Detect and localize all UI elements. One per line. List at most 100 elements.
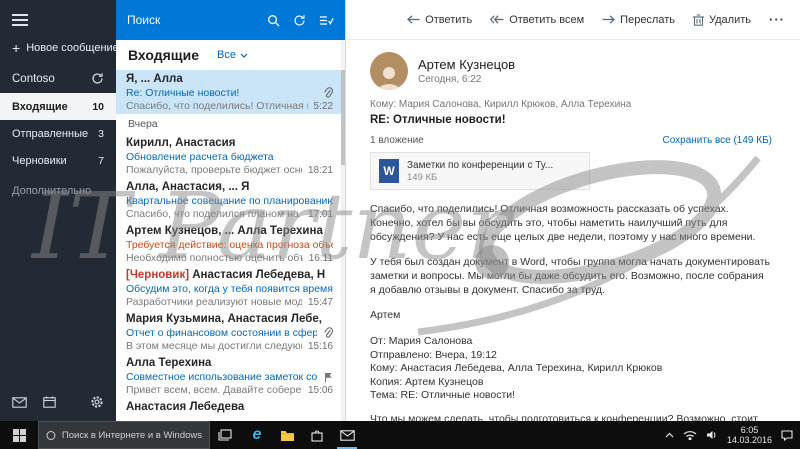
refresh-icon[interactable] (293, 14, 306, 27)
folder-count: 10 (92, 100, 104, 113)
mail-time: 16:11 (308, 253, 333, 264)
attachment-name: Заметки по конференции с Ту... (407, 159, 554, 171)
sidebar-item-drafts[interactable]: Черновики 7 (0, 147, 116, 174)
chevron-down-icon (240, 53, 248, 58)
taskbar: Поиск в Интернете и в Windows e 6:05 14.… (0, 421, 800, 449)
attachment-card[interactable]: W Заметки по конференции с Ту... 149 КБ (370, 152, 590, 190)
body-paragraph: У тебя был создан документ в Word, чтобы… (370, 256, 770, 296)
mail-item[interactable]: Алла Терехина Совместное использование з… (116, 354, 345, 398)
reply-label: Ответить (425, 13, 473, 26)
message-sender-name: Артем Кузнецов (418, 57, 516, 72)
mail-item[interactable]: [Черновик] Анастасия Лебедева, Н Обсудим… (116, 266, 345, 310)
mail-item[interactable]: Анастасия Лебедева (116, 398, 345, 421)
message-header: Артем Кузнецов Сегодня, 6:22 (370, 52, 772, 90)
new-message-label: Новое сообщение (26, 42, 116, 54)
more-label: Дополнительно (12, 184, 92, 197)
plus-icon: + (12, 40, 21, 56)
mail-time: 18:21 (307, 165, 333, 176)
mail-preview: Необходимо полностью оценить объемы пост (126, 252, 303, 264)
mail-time: 15:47 (307, 297, 333, 308)
settings-gear-icon[interactable] (90, 395, 104, 409)
reply-all-arrow-icon (490, 15, 504, 24)
filter-dropdown[interactable]: Все (217, 49, 248, 61)
mail-item[interactable]: Алла, Анастасия, ... Я Квартальное совещ… (116, 178, 345, 222)
list-scrollbar[interactable] (341, 40, 345, 421)
edge-icon[interactable]: e (242, 421, 272, 449)
mail-subject: Квартальное совещание по планированию ве… (126, 194, 333, 207)
word-file-icon: W (379, 159, 399, 183)
quoted-subject: Тема: RE: Отличные новости! (370, 389, 516, 401)
reply-all-button[interactable]: Ответить всем (490, 14, 584, 26)
new-message-button[interactable]: + Новое сообщение (0, 26, 116, 62)
mail-subject: Совместное использование заметок создан (126, 370, 317, 383)
sidebar-item-sent[interactable]: Отправленные 3 (0, 120, 116, 147)
mail-time: 15:06 (307, 385, 333, 396)
mail-item-selected[interactable]: Я, ... Алла Re: Отличные новости! Спасиб… (116, 70, 345, 114)
store-icon[interactable] (302, 421, 332, 449)
hamburger-menu-button[interactable] (12, 14, 28, 26)
clock[interactable]: 6:05 14.03.2016 (727, 425, 772, 445)
message-toolbar: Ответить Ответить всем Переслать Удалить… (346, 0, 800, 40)
screen: + Новое сообщение Contoso Входящие 10 От… (0, 0, 800, 449)
recipients-line: Кому: Мария Салонова, Кирилл Крюков, Алл… (370, 99, 632, 110)
sidebar-bottom-bar (0, 383, 116, 421)
folder-count: 7 (98, 154, 104, 167)
mail-sender: Я, ... Алла (126, 73, 183, 85)
mail-app-icon[interactable] (332, 421, 362, 449)
filter-label: Все (217, 49, 236, 61)
calendar-nav-icon[interactable] (43, 396, 56, 408)
reply-button[interactable]: Ответить (407, 14, 472, 26)
mail-preview: Разработчики реализуют новые модели судо… (126, 296, 302, 308)
mail-time: 17:01 (307, 209, 333, 220)
sidebar-item-more[interactable]: Дополнительно (0, 177, 116, 204)
start-button[interactable] (0, 421, 38, 449)
clock-time: 6:05 (740, 425, 759, 435)
file-explorer-icon[interactable] (272, 421, 302, 449)
reading-pane: Ответить Ответить всем Переслать Удалить… (346, 0, 800, 421)
action-center-icon[interactable] (781, 429, 793, 441)
quoted-cc: Копия: Артем Кузнецов (370, 375, 484, 388)
paperclip-icon (323, 327, 333, 339)
quoted-header: От: Мария Салонова Отправлено: Вчера, 19… (370, 335, 772, 403)
scrollbar-thumb[interactable] (341, 70, 345, 165)
mail-sender: Алла Терехина (126, 357, 212, 369)
mail-preview: Спасибо, что поделились! Отличная возмож… (126, 100, 308, 112)
volume-icon[interactable] (706, 430, 718, 440)
avatar (370, 52, 408, 90)
mail-item[interactable]: Артем Кузнецов, ... Алла Терехина Требуе… (116, 222, 345, 266)
search-bar: Поиск (116, 0, 345, 40)
mail-item[interactable]: Мария Кузьмина, Анастасия Лебе, Отчет о … (116, 310, 345, 354)
mail-item[interactable]: Кирилл, Анастасия Обновление расчета бюд… (116, 134, 345, 178)
taskbar-search[interactable]: Поиск в Интернете и в Windows (38, 421, 210, 449)
mail-time: 5:22 (313, 101, 333, 112)
message-view: Артем Кузнецов Сегодня, 6:22 Кому: Мария… (346, 40, 800, 421)
tray-expand-icon[interactable] (665, 432, 674, 438)
mail-subject: Отчет о финансовом состоянии в сфере мар (126, 326, 317, 339)
task-view-button[interactable] (210, 421, 240, 449)
forward-label: Переслать (620, 13, 675, 26)
mail-preview: Спасибо, что поделился планом на квартал (126, 208, 302, 220)
network-icon[interactable] (683, 430, 697, 440)
quoted-sent: Отправлено: Вчера, 19:12 (370, 348, 497, 361)
more-actions-button[interactable]: ··· (769, 12, 785, 27)
draft-prefix: [Черновик] (126, 269, 190, 281)
mail-preview: В этом месяце мы достигли следующих резу… (126, 340, 302, 352)
save-all-link[interactable]: Сохранить все (149 КБ) (662, 135, 772, 146)
mail-nav-icon[interactable] (12, 396, 27, 408)
delete-label: Удалить (709, 13, 751, 26)
delete-button[interactable]: Удалить (693, 14, 751, 26)
selection-mode-icon[interactable] (319, 14, 334, 27)
sidebar-item-inbox[interactable]: Входящие 10 (0, 93, 116, 120)
taskbar-search-placeholder: Поиск в Интернете и в Windows (61, 429, 202, 441)
mail-sender: Кирилл, Анастасия (126, 137, 236, 149)
search-icon[interactable] (267, 14, 280, 27)
message-body: Спасибо, что поделились! Отличная возмож… (370, 202, 772, 421)
forward-button[interactable]: Переслать (602, 14, 675, 26)
flag-icon (323, 372, 333, 383)
account-row[interactable]: Contoso (0, 62, 116, 93)
mail-subject: Обсудим это, когда у тебя появится время (126, 282, 333, 295)
sync-icon[interactable] (91, 72, 104, 85)
mail-sender: Артем Кузнецов, ... Алла Терехина (126, 225, 323, 237)
more-icon: ··· (769, 12, 785, 27)
search-input[interactable]: Поиск (127, 13, 254, 27)
